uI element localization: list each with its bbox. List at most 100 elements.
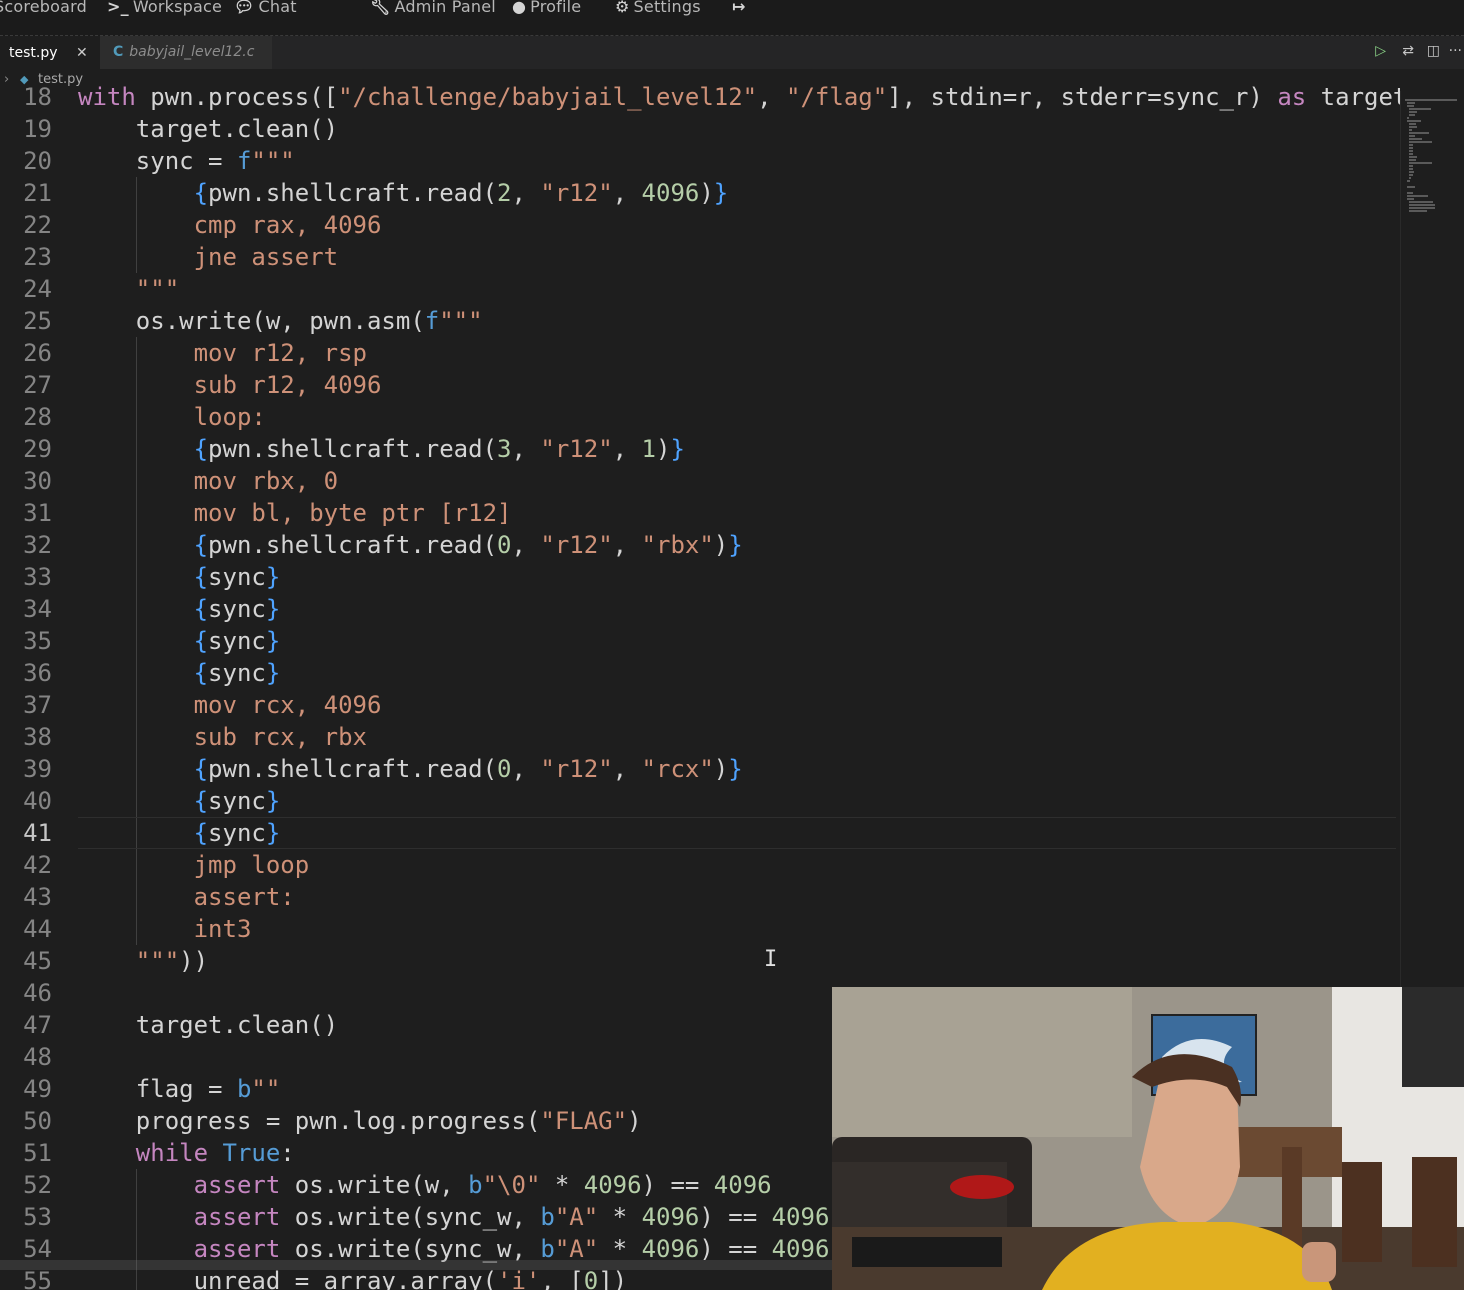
line-number: 47 [23,1011,52,1039]
line-number: 51 [23,1139,52,1167]
minimap-line [1409,135,1415,137]
tab-babyjail-level12-c[interactable]: Cbabyjail_level12.c [100,36,272,69]
minimap-line [1409,111,1417,113]
minimap-line [1407,117,1409,119]
code-line[interactable]: 33 {sync} [0,561,1400,593]
minimap-line [1407,192,1413,194]
code-line[interactable]: 42 jmp loop [0,849,1400,881]
code-line[interactable]: 43 assert: [0,881,1400,913]
line-number: 53 [23,1203,52,1231]
line-number: 46 [23,979,52,1007]
code-line[interactable]: 26 mov r12, rsp [0,337,1400,369]
code-line[interactable]: 41 {sync} [0,817,1400,849]
nav-scoreboard[interactable]: Scoreboard [0,0,87,19]
code-line[interactable]: 31 mov bl, byte ptr [r12] [0,497,1400,529]
minimap-line [1409,156,1417,158]
run-icon[interactable]: ▷ [1375,43,1386,59]
line-code: {sync} [193,563,281,591]
line-number: 24 [23,275,52,303]
code-line[interactable]: 21 {pwn.shellcraft.read(2, "r12", 4096)} [0,177,1400,209]
minimap-line [1409,126,1417,128]
line-number: 22 [23,211,52,239]
code-line[interactable]: 18 with pwn.process(["/challenge/babyjail… [0,81,1400,113]
close-icon[interactable]: ✕ [76,37,88,70]
line-code: """ [135,275,180,303]
nav-admin-panel[interactable]: 🔧︎ Admin Panel [370,0,496,19]
minimap-line [1409,114,1415,116]
code-line[interactable]: 44 int3 [0,913,1400,945]
minimap-line [1409,123,1417,125]
minimap-line [1409,201,1433,203]
nav-settings[interactable]: ⚙ Settings [615,0,701,19]
code-line[interactable]: 39 {pwn.shellcraft.read(0, "r12", "rcx")… [0,753,1400,785]
minimap-line [1407,195,1428,197]
code-line[interactable]: 28 loop: [0,401,1400,433]
line-code: sub rcx, rbx [78,723,367,751]
line-number: 49 [23,1075,52,1103]
minimap-line [1409,171,1414,173]
compare-changes-icon[interactable]: ⇄ [1402,43,1414,59]
line-code: flag = b"" [78,1075,281,1103]
code-line[interactable]: 45 """)) [0,945,1400,977]
terminal-icon: >_ [107,0,129,16]
code-line[interactable]: 32 {pwn.shellcraft.read(0, "r12", "rbx")… [0,529,1400,561]
line-number: 19 [23,115,52,143]
line-code: """)) [135,947,209,975]
text-cursor-icon: I [764,947,778,972]
code-line[interactable]: 24 """ [0,273,1400,305]
line-code: jmp loop [78,851,310,879]
wrench-icon: 🔧︎ [370,0,391,16]
minimap-line [1409,174,1414,176]
line-number: 38 [23,723,52,751]
code-line[interactable]: 22 cmp rax, 4096 [0,209,1400,241]
code-line[interactable]: 34 {sync} [0,593,1400,625]
nav-settings-label: Settings [633,0,701,16]
line-code: mov r12, rsp [78,339,367,367]
webcam-overlay [832,987,1464,1290]
code-line[interactable]: 40 {sync} [0,785,1400,817]
minimap-line [1409,159,1417,161]
code-line[interactable]: 36 {sync} [0,657,1400,689]
line-code: while True: [135,1139,295,1167]
webcam-image [832,987,1464,1290]
tab-test-py[interactable]: test.py ✕ [0,36,100,69]
code-line[interactable]: 27 sub r12, 4096 [0,369,1400,401]
line-number: 50 [23,1107,52,1135]
line-code: {sync} [193,819,281,847]
more-actions-icon[interactable]: ··· [1449,43,1462,59]
line-code: mov rbx, 0 [78,467,339,495]
code-line[interactable]: 30 mov rbx, 0 [0,465,1400,497]
nav-workspace[interactable]: >_ Workspace [107,0,222,19]
code-line[interactable]: 23 jne assert [0,241,1400,273]
line-number: 26 [23,339,52,367]
logout-button[interactable]: ↦ [732,0,750,19]
line-code: sync = f""" [78,147,295,175]
code-line[interactable]: 37 mov rcx, 4096 [0,689,1400,721]
line-number: 52 [23,1171,52,1199]
code-line[interactable]: 29 {pwn.shellcraft.read(3, "r12", 1)} [0,433,1400,465]
minimap-line [1409,108,1432,110]
line-code: target.clean() [78,115,339,143]
nav-profile-label: Profile [530,0,582,16]
line-code: cmp rax, 4096 [78,211,382,239]
minimap-line [1409,207,1436,209]
line-number: 18 [23,83,52,111]
code-line[interactable]: 35 {sync} [0,625,1400,657]
code-line[interactable]: 38 sub rcx, rbx [0,721,1400,753]
code-line[interactable]: 20 sync = f""" [0,145,1400,177]
line-code: mov bl, byte ptr [r12] [78,499,512,527]
nav-chat[interactable]: 💬︎ Chat [234,0,297,19]
sign-out-icon: ↦ [732,0,746,16]
split-editor-icon[interactable]: ◫ [1427,43,1440,59]
code-line[interactable]: 19 target.clean() [0,113,1400,145]
nav-profile[interactable]: ● Profile [512,0,581,19]
line-code: assert os.write(sync_w, b"A" * 4096) == … [193,1203,830,1231]
minimap-line [1407,105,1414,107]
line-code: {pwn.shellcraft.read(3, "r12", 1)} [193,435,685,463]
code-line[interactable]: 25 os.write(w, pwn.asm(f""" [0,305,1400,337]
line-code: int3 [78,915,252,943]
line-code: with pwn.process(["/challenge/babyjail_l… [78,83,1400,111]
editor-tab-bar: test.py ✕ Cbabyjail_level12.c ▷ ⇄ ◫ ··· [0,36,1464,69]
nav-admin-panel-label: Admin Panel [394,0,496,16]
tab-label: test.py [9,45,58,61]
